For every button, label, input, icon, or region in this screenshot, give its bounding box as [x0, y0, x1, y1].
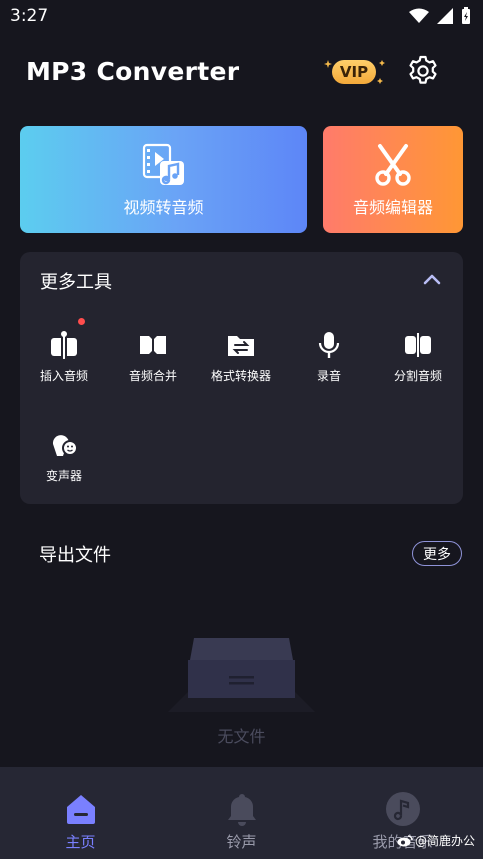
tool-label: 插入音频	[39, 369, 88, 383]
empty-tray-icon	[168, 638, 315, 712]
more-button[interactable]: 更多	[412, 541, 462, 566]
audio-editor-card[interactable]: 音频编辑器	[323, 126, 463, 233]
gear-icon	[409, 55, 437, 84]
vip-button[interactable]: VIP	[322, 54, 388, 88]
microphone-icon	[314, 330, 344, 360]
app-header: MP3 Converter VIP	[0, 48, 483, 94]
new-badge	[78, 318, 85, 325]
export-files-title: 导出文件	[39, 545, 111, 566]
merge-audio-icon	[138, 330, 168, 360]
battery-icon	[462, 7, 470, 24]
settings-button[interactable]	[406, 54, 440, 88]
tool-split-audio[interactable]: 分割音频	[374, 330, 462, 384]
tool-label: 格式转换器	[210, 369, 271, 383]
empty-state-text: 无文件	[217, 727, 266, 746]
nav-label: 主页	[65, 833, 96, 851]
video-music-icon	[142, 143, 184, 185]
tool-merge-audio[interactable]: 音频合并	[109, 330, 197, 384]
vip-badge: VIP	[332, 60, 376, 84]
signal-icon	[437, 8, 453, 24]
more-tools-title: 更多工具	[40, 272, 112, 293]
tool-label: 变声器	[45, 469, 82, 483]
nav-ringtone[interactable]: 铃声	[161, 767, 322, 859]
tool-label: 分割音频	[393, 369, 442, 383]
split-audio-icon	[403, 330, 433, 360]
scissors-icon	[375, 143, 411, 186]
music-disc-icon	[385, 792, 420, 826]
audio-editor-label: 音频编辑器	[352, 197, 433, 217]
watermark: @简鹿办公	[397, 832, 475, 849]
home-icon	[66, 795, 95, 824]
app-title: MP3 Converter	[26, 56, 240, 86]
tool-format-converter[interactable]: 格式转换器	[197, 330, 285, 384]
watermark-text: @简鹿办公	[414, 834, 475, 848]
tool-record[interactable]: 录音	[285, 330, 373, 384]
status-icons	[409, 7, 471, 25]
more-tools-panel: 更多工具 插入音频 音频合并 格式转换器 录音 分割音频 变声器	[20, 252, 463, 504]
format-convert-icon	[226, 330, 256, 360]
wifi-icon	[409, 8, 429, 23]
tool-insert-audio[interactable]: 插入音频	[20, 318, 108, 384]
video-to-audio-card[interactable]: 视频转音频	[20, 126, 307, 233]
insert-audio-icon	[49, 318, 85, 360]
nav-home[interactable]: 主页	[0, 767, 161, 859]
weibo-icon	[397, 835, 413, 847]
tool-label: 录音	[316, 369, 341, 383]
video-to-audio-label: 视频转音频	[123, 197, 204, 217]
voice-changer-icon	[49, 430, 79, 460]
nav-label: 铃声	[226, 833, 257, 851]
tool-voice-changer[interactable]: 变声器	[20, 430, 108, 484]
status-bar: 3:27	[0, 0, 483, 32]
bell-icon	[227, 794, 256, 826]
status-time: 3:27	[10, 6, 49, 26]
chevron-up-icon[interactable]	[421, 268, 443, 290]
bottom-nav: 主页 铃声 我的音乐 @简鹿办公	[0, 767, 483, 859]
tool-label: 音频合并	[128, 369, 177, 383]
